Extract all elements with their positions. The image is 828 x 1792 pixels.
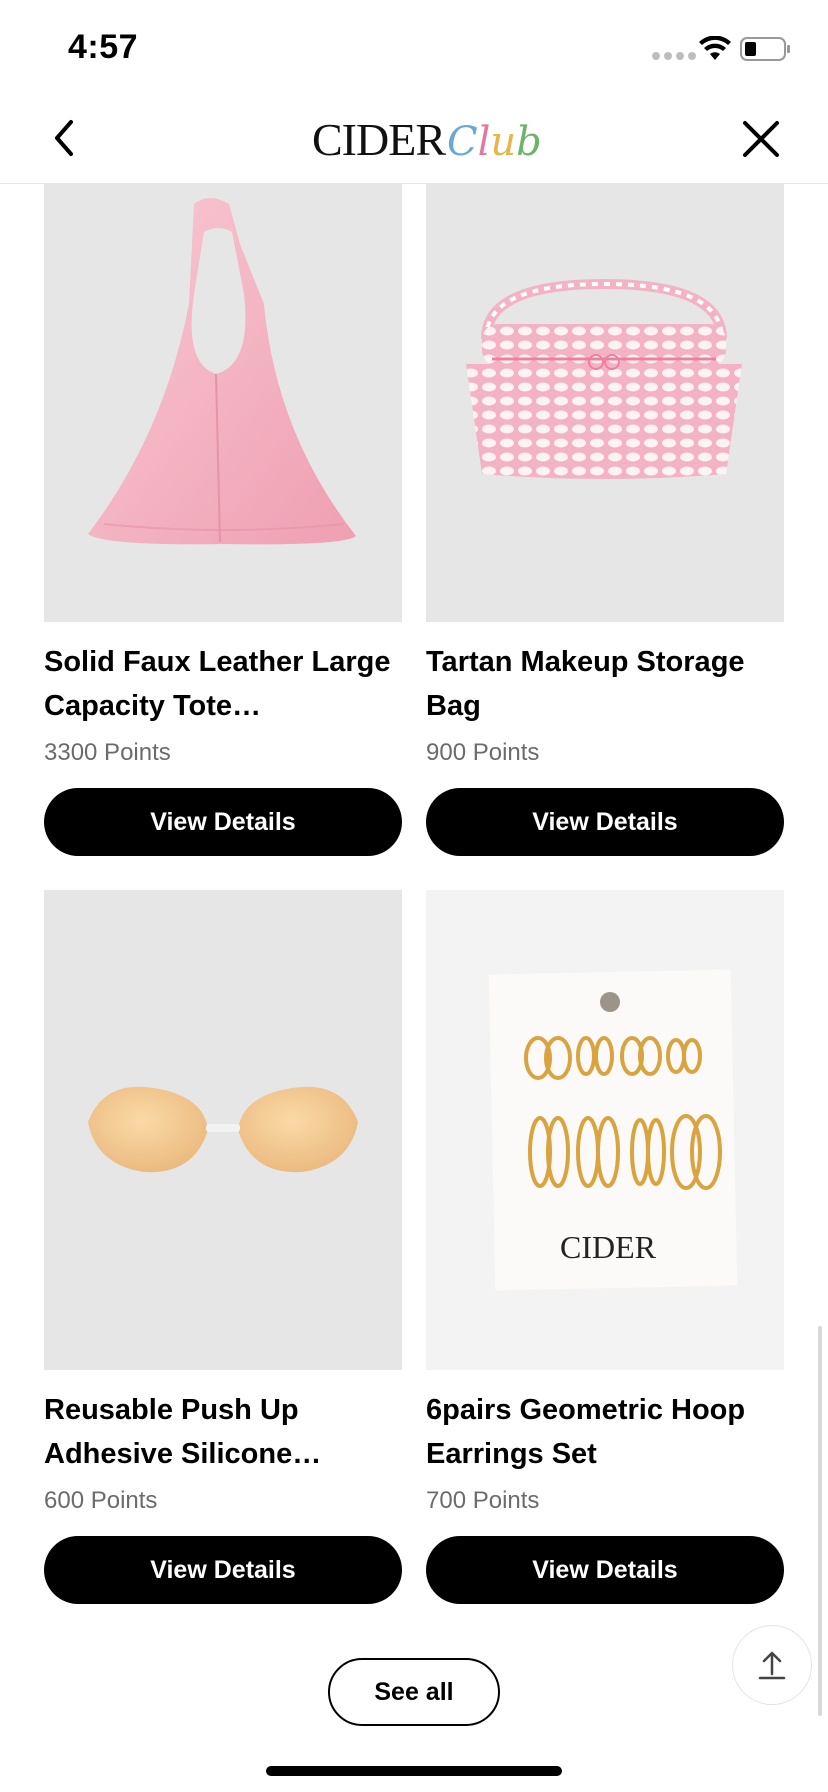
scroll-to-top-button[interactable]: [732, 1625, 812, 1705]
logo-wordmark: CIDER: [312, 114, 446, 165]
makeup-bag-image: [466, 278, 742, 479]
product-image-makeup-bag[interactable]: [426, 184, 784, 622]
back-button[interactable]: [40, 114, 88, 162]
close-button[interactable]: [736, 114, 786, 164]
package-brand-label: CIDER: [560, 1229, 657, 1265]
product-points: 3300 Points: [44, 739, 171, 766]
product-image-push-up[interactable]: [44, 890, 402, 1370]
tote-bag-image: [88, 198, 356, 545]
status-bar: 4:57: [0, 0, 828, 94]
view-details-button[interactable]: View Details: [44, 788, 402, 856]
product-card[interactable]: Tartan Makeup Storage Bag 900 Points Vie…: [426, 184, 784, 856]
product-name[interactable]: Reusable Push Up Adhesive Silicone…: [44, 1388, 402, 1476]
cellular-signal-icon: [652, 52, 696, 60]
product-card[interactable]: CIDER 6pairs Geometric Hoop Earrings Set…: [426, 890, 784, 1604]
arrow-up-icon: [758, 1651, 786, 1680]
product-points: 600 Points: [44, 1487, 158, 1514]
wifi-icon: [699, 36, 731, 60]
product-image-tote[interactable]: [44, 184, 402, 622]
product-name[interactable]: Solid Faux Leather Large Capacity Tote…: [44, 640, 402, 728]
product-name[interactable]: 6pairs Geometric Hoop Earrings Set: [426, 1388, 784, 1476]
status-time: 4:57: [68, 28, 139, 66]
chevron-left-icon: [55, 120, 73, 156]
product-points: 900 Points: [426, 739, 540, 766]
view-details-button[interactable]: View Details: [44, 1536, 402, 1604]
product-card[interactable]: Solid Faux Leather Large Capacity Tote… …: [44, 184, 402, 856]
close-icon: [743, 121, 779, 157]
product-card[interactable]: Reusable Push Up Adhesive Silicone… 600 …: [44, 890, 402, 1604]
earrings-card-image: CIDER: [488, 969, 738, 1291]
home-indicator[interactable]: [266, 1766, 562, 1776]
product-name[interactable]: Tartan Makeup Storage Bag: [426, 640, 784, 728]
view-details-button[interactable]: View Details: [426, 1536, 784, 1604]
see-all-button[interactable]: See all: [328, 1658, 500, 1726]
view-details-button[interactable]: View Details: [426, 788, 784, 856]
silicone-bra-image: [88, 1086, 358, 1173]
cider-club-logo: CIDER Club: [312, 112, 542, 168]
battery-icon: [740, 37, 790, 61]
product-points: 700 Points: [426, 1487, 540, 1514]
product-image-earrings[interactable]: CIDER: [426, 890, 784, 1370]
scrollbar[interactable]: [818, 1326, 822, 1716]
logo-club-script: Club: [447, 119, 542, 165]
navigation-header: CIDER Club: [0, 94, 828, 184]
